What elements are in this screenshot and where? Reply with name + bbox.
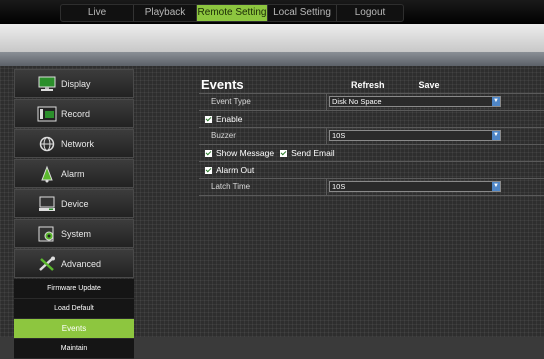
film-icon [37, 105, 57, 123]
top-navigation: Live Playback Remote Setting Local Setti… [60, 4, 404, 22]
globe-icon [37, 135, 57, 153]
tab-remote-setting[interactable]: Remote Setting [197, 5, 268, 21]
sub-header-bar [0, 52, 544, 66]
latch-time-label: Latch Time [199, 179, 327, 195]
monitor-icon [37, 75, 57, 93]
submenu-events[interactable]: Events [14, 319, 134, 339]
buzzer-value: 10S [332, 131, 346, 140]
sidebar-item-label: Network [61, 138, 95, 149]
tab-local-setting[interactable]: Local Setting [268, 5, 337, 21]
system-gear-icon [37, 225, 57, 243]
top-bar: Live Playback Remote Setting Local Setti… [0, 0, 544, 24]
submenu-load-default[interactable]: Load Default [14, 299, 134, 319]
chevron-down-icon[interactable]: ▼ [492, 131, 500, 140]
tab-playback[interactable]: Playback [134, 5, 197, 21]
sidebar-item-label: Record [61, 108, 91, 119]
sidebar-item-label: Advanced [61, 258, 102, 269]
sidebar-item-label: Display [61, 78, 91, 89]
chevron-down-icon[interactable]: ▼ [492, 182, 500, 191]
alarm-icon [37, 165, 57, 183]
submenu-maintain[interactable]: Maintain [14, 339, 134, 359]
sidebar-item-label: System [61, 228, 92, 239]
enable-row: Enable [199, 111, 544, 128]
alarm-out-label: Alarm Out [216, 165, 255, 175]
notify-row: Show Message Send Email [199, 145, 544, 162]
device-icon [37, 195, 57, 213]
sidebar-item-network[interactable]: Network [14, 129, 134, 158]
latch-time-row: Latch Time 10S ▼ [199, 179, 544, 196]
chevron-down-icon[interactable]: ▼ [492, 97, 500, 106]
latch-time-value: 10S [332, 182, 346, 191]
show-message-label: Show Message [216, 148, 275, 158]
sidebar-item-alarm[interactable]: Alarm [14, 159, 134, 188]
save-button[interactable]: Save [419, 80, 440, 90]
alarm-out-row: Alarm Out [199, 162, 544, 179]
header-banner [0, 24, 544, 52]
buzzer-label: Buzzer [199, 128, 327, 144]
page-title: Events [201, 77, 244, 92]
sidebar-item-system[interactable]: System [14, 219, 134, 248]
sidebar-item-label: Alarm [61, 168, 85, 179]
enable-label: Enable [216, 114, 243, 124]
events-panel: Events Refresh Save Event Type Disk No S… [199, 76, 544, 196]
enable-checkbox[interactable] [205, 115, 212, 123]
sidebar-item-advanced[interactable]: Advanced [14, 249, 134, 278]
event-type-select[interactable]: Disk No Space ▼ [329, 96, 501, 107]
tab-logout[interactable]: Logout [337, 5, 403, 21]
panel-header: Events Refresh Save [199, 76, 544, 94]
tools-icon [37, 255, 57, 273]
event-type-value: Disk No Space [332, 97, 382, 106]
tab-live[interactable]: Live [61, 5, 134, 21]
buzzer-select[interactable]: 10S ▼ [329, 130, 501, 141]
latch-time-select[interactable]: 10S ▼ [329, 181, 501, 192]
buzzer-row: Buzzer 10S ▼ [199, 128, 544, 145]
sidebar-item-label: Device [61, 198, 89, 209]
sidebar-item-device[interactable]: Device [14, 189, 134, 218]
alarm-out-checkbox[interactable] [205, 166, 212, 174]
sidebar-item-display[interactable]: Display [14, 69, 134, 98]
send-email-checkbox[interactable] [280, 149, 288, 157]
event-type-label: Event Type [199, 94, 327, 110]
sidebar: Display Record Network Alarm Device Syst… [14, 69, 134, 359]
refresh-button[interactable]: Refresh [351, 80, 385, 90]
show-message-checkbox[interactable] [205, 149, 212, 157]
event-type-row: Event Type Disk No Space ▼ [199, 94, 544, 111]
sidebar-item-record[interactable]: Record [14, 99, 134, 128]
send-email-label: Send Email [291, 148, 335, 158]
submenu-firmware-update[interactable]: Firmware Update [14, 279, 134, 299]
